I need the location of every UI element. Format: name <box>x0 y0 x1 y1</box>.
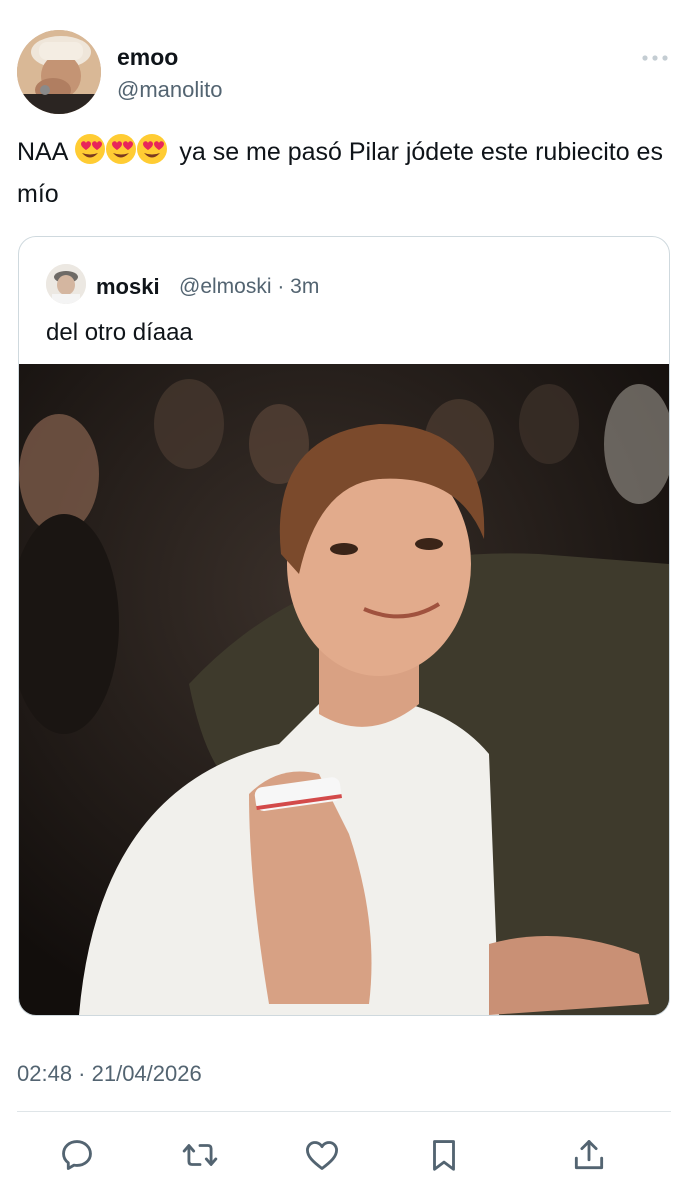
author-avatar[interactable] <box>17 30 101 114</box>
author-handle[interactable]: @manolito <box>117 77 223 103</box>
quoted-author-display-name[interactable]: moski <box>96 274 160 300</box>
quoted-tweet-text: del otro díaaa <box>46 319 193 346</box>
share-icon <box>574 1140 604 1170</box>
bookmark-icon <box>433 1140 455 1171</box>
author-display-name[interactable]: emoo <box>117 44 178 71</box>
share-button[interactable] <box>564 1130 614 1180</box>
reply-icon <box>62 1140 92 1170</box>
action-bar <box>0 1130 688 1180</box>
divider <box>17 1111 671 1112</box>
retweet-icon <box>182 1144 218 1166</box>
tweet-text: NAA ya se me pasó Pilar jódete este rubi… <box>17 133 667 213</box>
like-button[interactable] <box>297 1130 347 1180</box>
heart-eyes-emoji-icon <box>75 134 106 164</box>
reply-button[interactable] <box>52 1130 102 1180</box>
quoted-author-avatar[interactable] <box>46 264 86 304</box>
quoted-tweet-photo[interactable] <box>19 364 669 1015</box>
retweet-button[interactable] <box>175 1130 225 1180</box>
like-icon <box>306 1141 338 1170</box>
tweet: emoo @manolito NAA ya se me pasó Pilar j… <box>0 0 688 1200</box>
emoji-group <box>74 133 168 176</box>
heart-eyes-emoji-icon <box>106 134 137 164</box>
quoted-author-meta: @elmoski · 3m <box>179 275 320 298</box>
heart-eyes-emoji-icon <box>137 134 168 164</box>
bookmark-button[interactable] <box>419 1130 469 1180</box>
more-options-icon[interactable] <box>638 48 672 68</box>
quoted-tweet-card[interactable]: moski @elmoski · 3m del otro díaaa <box>18 236 670 1016</box>
tweet-timestamp[interactable]: 02:48 · 21/04/2026 <box>17 1061 202 1087</box>
tweet-text-start: NAA <box>17 138 69 166</box>
